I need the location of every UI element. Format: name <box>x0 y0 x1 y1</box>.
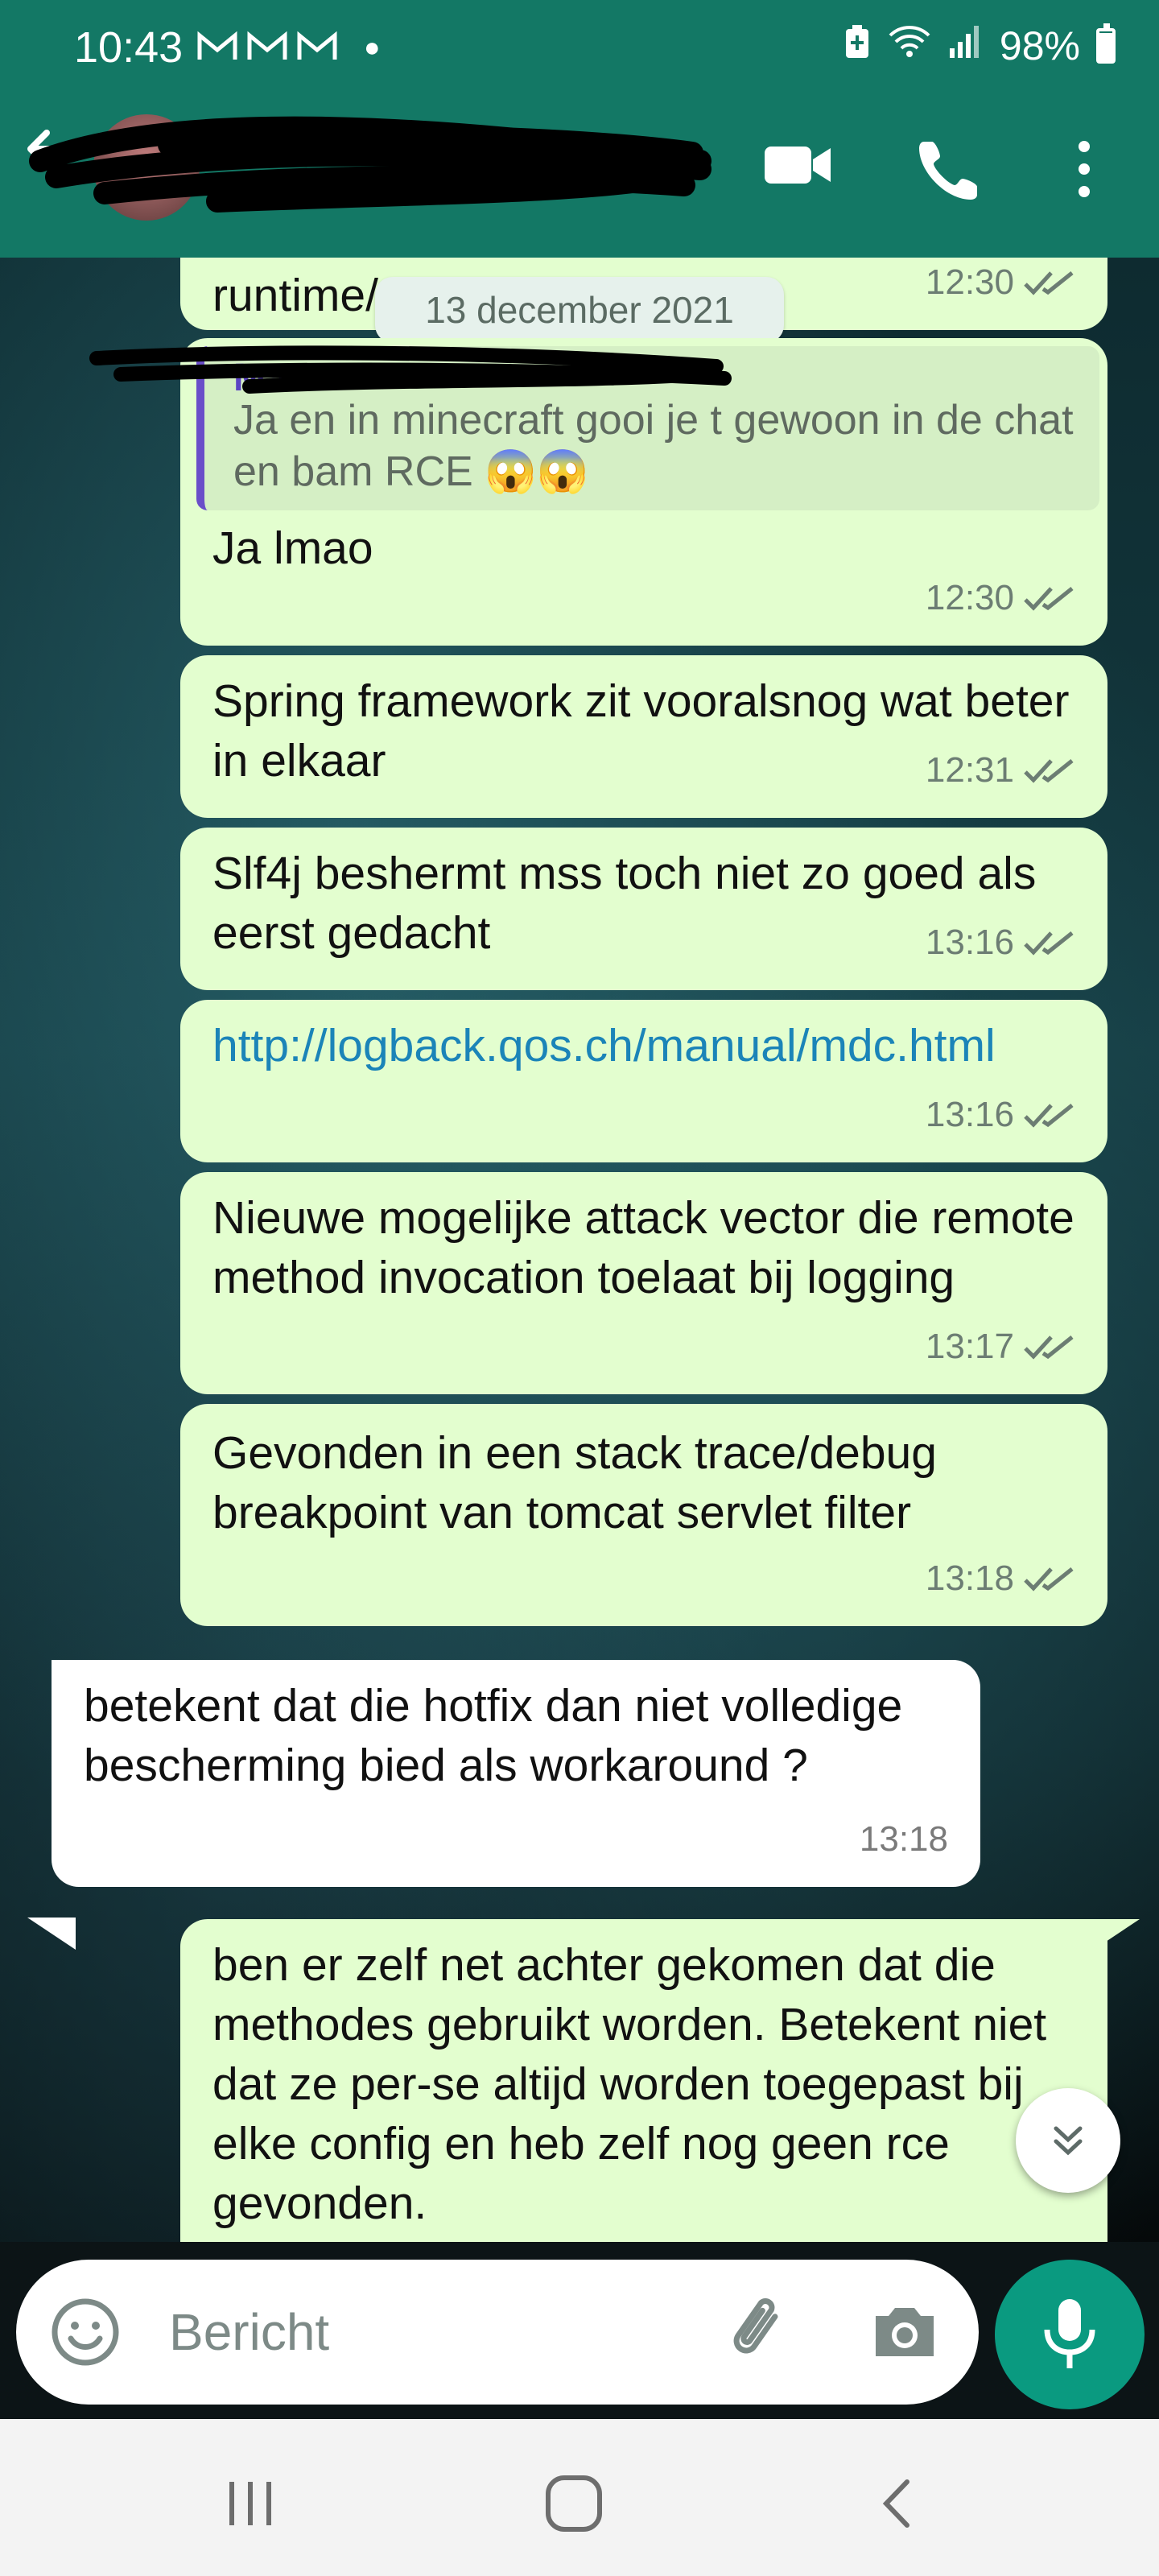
read-ticks-icon <box>1024 1104 1074 1128</box>
status-bar: 10:43 ● 98% <box>0 0 1159 89</box>
message-time: 12:31 <box>926 741 1075 800</box>
message-time: 13:18 <box>926 1549 1075 1608</box>
date-chip: 13 december 2021 <box>375 277 784 343</box>
voice-message-button[interactable] <box>995 2260 1145 2409</box>
mic-icon <box>1044 2299 1095 2368</box>
attach-icon[interactable] <box>724 2295 798 2369</box>
video-call-icon[interactable] <box>761 137 834 197</box>
message-time: 12:30 <box>926 568 1075 628</box>
read-ticks-icon <box>1024 587 1074 611</box>
read-ticks-icon <box>1024 271 1074 295</box>
message-time: 13:16 <box>926 1085 1075 1145</box>
emoji-icon[interactable] <box>48 2295 122 2369</box>
message-bubble-outgoing[interactable]: http://logback.qos.ch/manual/mdc.html 13… <box>180 1000 1107 1162</box>
read-ticks-icon <box>1024 931 1074 956</box>
message-bubble-outgoing[interactable]: Spring framework zit vooralsnog wat bete… <box>180 655 1107 818</box>
chat-header <box>0 89 1159 258</box>
more-options-icon[interactable] <box>1072 137 1096 205</box>
message-bubble-outgoing[interactable]: Nieuwe mogelijke attack vector die remot… <box>180 1172 1107 1394</box>
camera-icon[interactable] <box>868 2295 942 2369</box>
status-right: 98% <box>843 23 1116 69</box>
notification-dot-icon: ● <box>364 32 381 63</box>
system-nav-bar <box>0 2419 1159 2576</box>
battery-percent: 98% <box>999 23 1080 68</box>
message-time: 12:30 <box>926 258 1075 312</box>
read-ticks-icon <box>1024 759 1074 783</box>
message-bubble-outgoing[interactable]: ben er zelf net achter gekomen dat die m… <box>180 1919 1107 2242</box>
message-list[interactable]: runtime/of accs toevoegen 12:30 13 decem… <box>0 258 1159 2242</box>
message-bubble-incoming[interactable]: betekent dat die hotfix dan niet volledi… <box>52 1660 980 1887</box>
scroll-to-bottom-button[interactable] <box>1016 2088 1120 2193</box>
composer-bar <box>0 2242 1159 2419</box>
message-time: 13:17 <box>926 1317 1075 1377</box>
read-ticks-icon <box>1024 1567 1074 1591</box>
battery-saver-icon <box>843 23 871 69</box>
status-time: 10:43 <box>74 23 184 72</box>
message-text: Nieuwe mogelijke attack vector die remot… <box>212 1192 1074 1303</box>
battery-icon <box>1096 23 1116 64</box>
message-text: ben er zelf net achter gekomen dat die m… <box>212 1939 1047 2229</box>
gmail-icon <box>246 31 288 71</box>
message-text: Gevonden in een stack trace/debug breakp… <box>212 1427 937 1538</box>
message-link[interactable]: http://logback.qos.ch/manual/mdc.html <box>212 1016 1025 1075</box>
read-ticks-icon <box>1024 1335 1074 1360</box>
message-time: 13:16 <box>926 913 1075 972</box>
recent-apps-icon[interactable] <box>214 2467 287 2540</box>
chevron-double-down-icon <box>1054 2126 1083 2156</box>
message-time: 13:18 <box>859 1819 948 1859</box>
message-text: betekent dat die hotfix dan niet volledi… <box>84 1680 903 1791</box>
message-input-container[interactable] <box>16 2260 979 2405</box>
message-bubble-outgoing[interactable]: Slf4j beshermt mss toch niet zo goed als… <box>180 828 1107 990</box>
redaction-scribble <box>29 116 711 213</box>
quote-text: Ja en in minecraft gooi je t gewoon in d… <box>233 397 1074 495</box>
message-input[interactable] <box>169 2292 692 2372</box>
redaction-scribble <box>89 345 732 394</box>
gmail-icon <box>296 31 338 71</box>
gmail-icon <box>196 31 238 71</box>
signal-icon <box>948 23 984 69</box>
voice-call-icon[interactable] <box>918 137 982 205</box>
back-icon[interactable] <box>861 2467 934 2540</box>
message-bubble-outgoing[interactable]: Gevonden in een stack trace/debug breakp… <box>180 1404 1107 1626</box>
home-icon[interactable] <box>538 2467 610 2540</box>
bubble-tail <box>27 1918 76 1950</box>
wifi-icon <box>887 23 932 69</box>
